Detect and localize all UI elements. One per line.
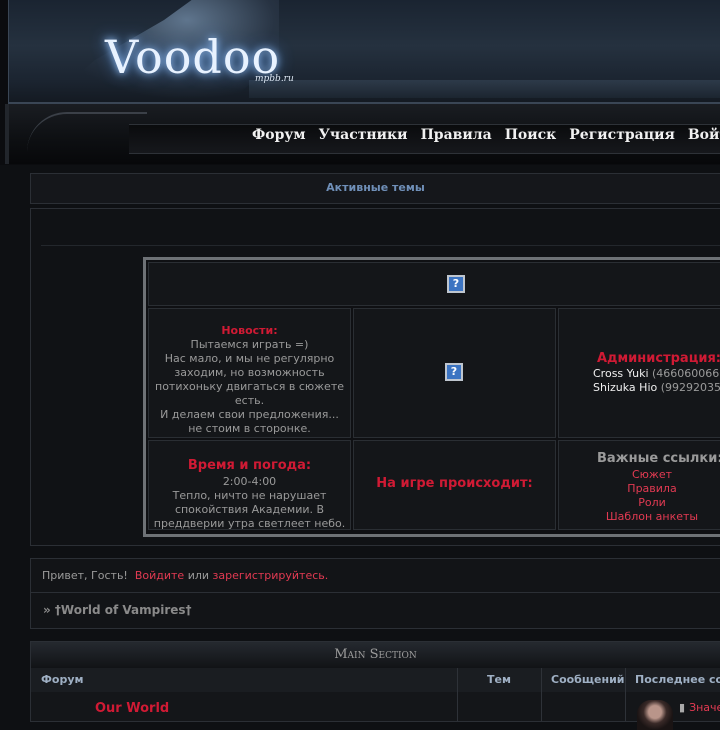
col-last-post: Последнее соо	[635, 673, 720, 686]
col-forum: Форум	[41, 673, 84, 686]
weather-cell: Время и погода: 2:00-4:00 Тепло, ничто н…	[148, 440, 351, 530]
greeting-or: или	[187, 569, 210, 582]
link-application-template[interactable]: Шаблон анкеты	[597, 510, 707, 524]
avatar	[637, 700, 673, 730]
admin-contact: (99292035	[660, 381, 720, 394]
links-cell: Важные ссылки: Сюжет Правила Роли Шаблон…	[558, 440, 720, 530]
nav-forum[interactable]: Форум	[252, 127, 306, 143]
register-link[interactable]: зарегистрируйтесь.	[213, 569, 329, 582]
admin-entry: Cross Yuki (466060066	[593, 367, 720, 381]
admin-entry: Shizuka Hio (99292035	[593, 381, 720, 395]
admin-cell: Администрация: Cross Yuki (466060066 Shi…	[558, 308, 720, 438]
broken-image-icon: ?	[447, 275, 465, 293]
nav-links: Форум Участники Правила Поиск Регистраци…	[252, 127, 720, 143]
ongoing-cell: На игре происходит:	[353, 440, 556, 530]
forum-category-table: Main Section Форум Тем Сообщений Последн…	[30, 641, 720, 730]
link-roles[interactable]: Роли	[597, 496, 707, 510]
weather-time: 2:00-4:00	[222, 475, 277, 488]
announcement-table: ? Новости: Пытаемся играть =) Нас мало, …	[143, 257, 720, 537]
site-logo[interactable]: Voodoo	[105, 30, 280, 84]
banner: Voodoo mpbb.ru	[8, 0, 720, 104]
column-divider	[541, 692, 542, 721]
greeting-prefix: Привет, Гость!	[42, 569, 128, 582]
active-topics-link[interactable]: Активные темы	[31, 181, 720, 194]
site-logo-subtitle: mpbb.ru	[255, 74, 294, 84]
weather-text: Тепло, ничто не нарушает спокойствия Ака…	[153, 489, 346, 530]
login-link[interactable]: Войдите	[135, 569, 184, 582]
guest-greeting: Привет, Гость! Войдите или зарегистрируй…	[30, 558, 720, 593]
ongoing-heading: На игре происходит:	[376, 476, 533, 491]
news-heading: Новости:	[221, 324, 278, 337]
announcement-top-cell: ?	[148, 262, 720, 306]
news-cell: Новости: Пытаемся играть =) Нас мало, и …	[148, 308, 351, 438]
weather-heading: Время и погода:	[187, 458, 312, 473]
navigation-bar: Форум Участники Правила Поиск Регистраци…	[5, 104, 720, 164]
active-topics-bar[interactable]: Активные темы	[30, 173, 720, 204]
admin-name[interactable]: Cross Yuki	[593, 367, 649, 380]
breadcrumb: » †World of Vampires†	[30, 593, 720, 629]
nav-login[interactable]: Войти	[688, 127, 720, 143]
nav-register[interactable]: Регистрация	[569, 127, 675, 143]
nav-rules[interactable]: Правила	[421, 127, 492, 143]
col-topics: Тем	[487, 673, 511, 686]
category-header: Main Section	[31, 642, 720, 669]
nav-search[interactable]: Поиск	[505, 127, 557, 143]
broken-image-icon: ?	[445, 363, 463, 381]
divider	[41, 245, 720, 246]
last-post[interactable]: ▮ Значе	[679, 701, 720, 714]
admin-heading: Администрация:	[597, 351, 720, 366]
links-list: Сюжет Правила Роли Шаблон анкеты	[597, 468, 707, 524]
col-posts: Сообщений	[551, 673, 625, 686]
column-divider	[625, 692, 626, 721]
forum-link[interactable]: Our World	[95, 701, 169, 716]
news-text: Пытаемся играть =) Нас мало, и мы не рег…	[155, 338, 344, 435]
admin-contact: (466060066	[652, 367, 720, 380]
post-icon: ▮	[679, 701, 686, 714]
admin-name[interactable]: Shizuka Hio	[593, 381, 657, 394]
category-title[interactable]: Main Section	[31, 647, 720, 662]
banner-strip	[249, 80, 720, 98]
greeting-text: Привет, Гость! Войдите или зарегистрируй…	[42, 569, 328, 582]
table-header-row: Форум Тем Сообщений Последнее соо	[31, 668, 720, 692]
breadcrumb-link[interactable]: » †World of Vampires†	[43, 603, 192, 617]
last-post-title[interactable]: Значе	[689, 701, 720, 714]
image-cell: ?	[353, 308, 556, 438]
table-row: Our World ▮ Значе	[31, 692, 720, 730]
link-rules[interactable]: Правила	[597, 482, 707, 496]
column-divider	[457, 692, 458, 721]
links-heading: Важные ссылки:	[597, 451, 720, 466]
nav-members[interactable]: Участники	[319, 127, 408, 143]
site-header: Voodoo mpbb.ru Форум Участники Правила П…	[0, 0, 720, 165]
link-plot[interactable]: Сюжет	[597, 468, 707, 482]
announcement-panel: ? Новости: Пытаемся играть =) Нас мало, …	[30, 208, 720, 546]
